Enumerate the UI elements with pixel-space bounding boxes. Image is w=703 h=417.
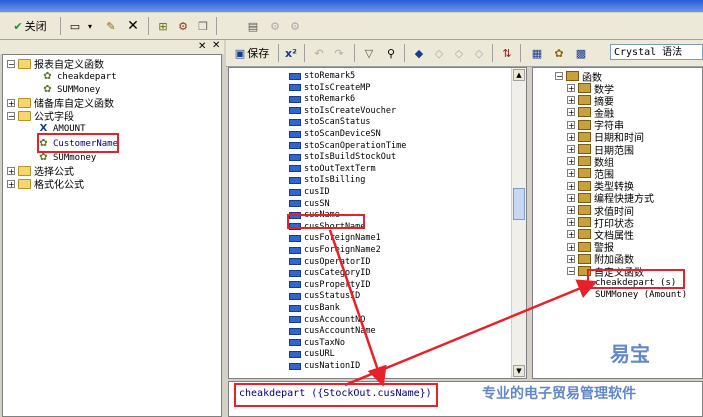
- slogan-watermark: 专业的电子贸易管理软件: [482, 386, 636, 402]
- annotation-arrows: [328, 229, 598, 387]
- arrow-formula-to-custom-fn: [344, 279, 598, 387]
- brand-watermark: 易宝: [610, 342, 650, 366]
- arrow-cusname-to-formula: [328, 229, 387, 387]
